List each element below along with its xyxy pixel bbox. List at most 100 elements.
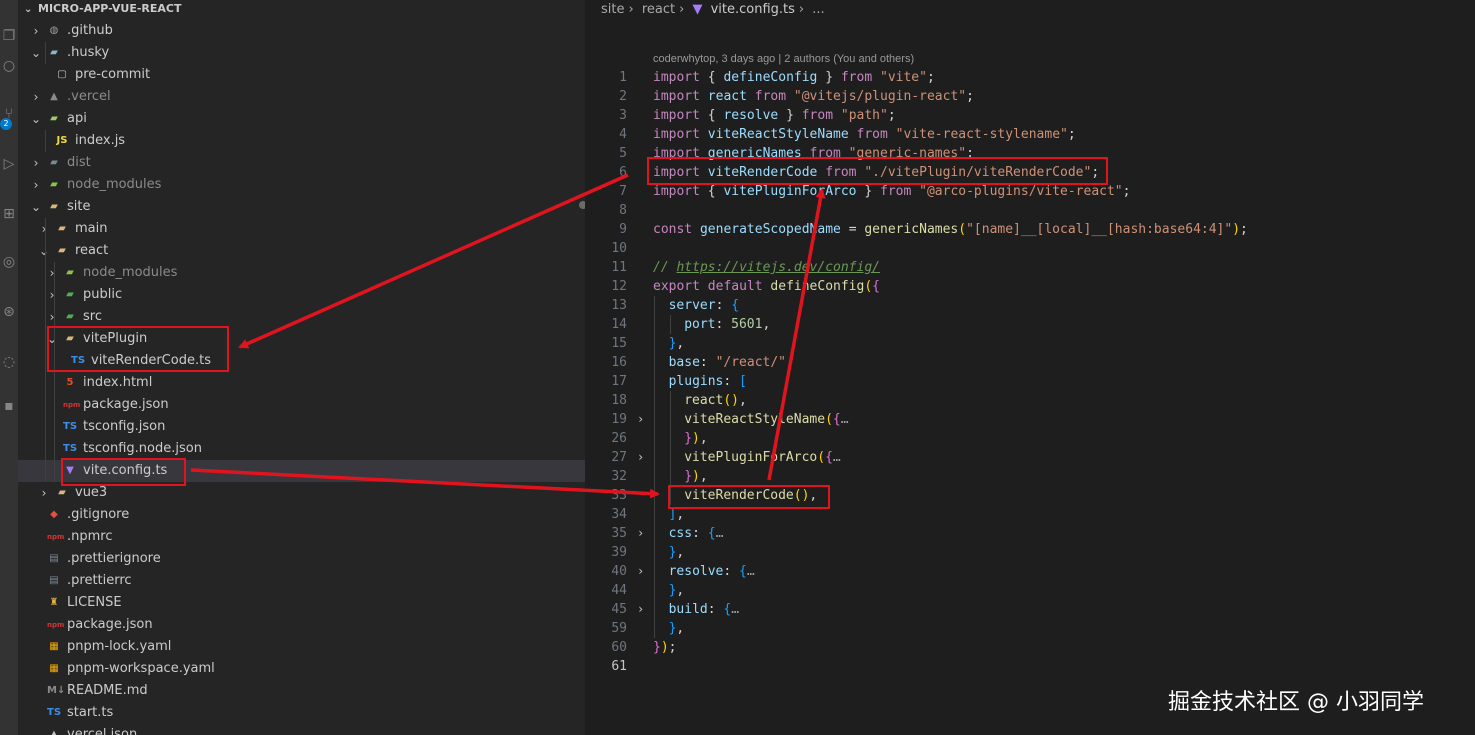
- testing-icon[interactable]: ◌: [0, 352, 18, 372]
- code-line[interactable]: 17 plugins: [: [585, 372, 1475, 391]
- search-icon[interactable]: ○: [0, 56, 18, 76]
- code-line[interactable]: 15},: [585, 334, 1475, 353]
- indent-guide: [669, 467, 671, 486]
- prettier-file-icon: ▤: [49, 575, 59, 586]
- tree-item[interactable]: ▲ vercel.json: [18, 724, 585, 735]
- tree-item-label: public: [83, 287, 123, 302]
- breadcrumb-item-react[interactable]: react: [642, 2, 675, 17]
- chevron-right-icon[interactable]: ›: [30, 152, 42, 174]
- tree-item[interactable]: › ◍ .github: [18, 20, 585, 42]
- code-line[interactable]: 61: [585, 657, 1475, 676]
- chevron-right-icon[interactable]: ›: [38, 218, 50, 240]
- tree-item[interactable]: M↓ README.md: [18, 680, 585, 702]
- chevron-right-icon[interactable]: ›: [46, 262, 58, 284]
- code-line[interactable]: 1 import { defineConfig } from "vite";: [585, 68, 1475, 87]
- chevron-right-icon[interactable]: ›: [30, 174, 42, 196]
- tree-item[interactable]: ⌄ ▰ site: [18, 196, 585, 218]
- chevron-down-icon[interactable]: ⌄: [30, 108, 42, 130]
- code-line[interactable]: 9 const generateScopedName = genericNames…: [585, 220, 1475, 239]
- tree-item[interactable]: ▦ pnpm-lock.yaml: [18, 636, 585, 658]
- chevron-down-icon[interactable]: ⌄: [30, 196, 42, 218]
- more-icon[interactable]: ▪: [0, 396, 18, 416]
- tree-item[interactable]: › ▲ .vercel: [18, 86, 585, 108]
- breadcrumb-item-site[interactable]: site: [601, 2, 624, 17]
- explorer-icon[interactable]: ❐: [0, 26, 18, 46]
- code-line[interactable]: 2 import react from "@vitejs/plugin-react…: [585, 87, 1475, 106]
- chevron-right-icon[interactable]: ›: [38, 482, 50, 504]
- code-line[interactable]: 39},: [585, 543, 1475, 562]
- tree-item[interactable]: ◆ .gitignore: [18, 504, 585, 526]
- folder-open-icon: ▰: [58, 245, 66, 256]
- indent-guide: [669, 315, 671, 334]
- code-line[interactable]: 10: [585, 239, 1475, 258]
- tree-item[interactable]: npm .npmrc: [18, 526, 585, 548]
- code-line[interactable]: 14 port: 5601,: [585, 315, 1475, 334]
- code-line[interactable]: 19 › viteReactStyleName({…: [585, 410, 1475, 429]
- code-line[interactable]: 4 import viteReactStyleName from "vite-re…: [585, 125, 1475, 144]
- tree-item[interactable]: ⌄ ▰ api: [18, 108, 585, 130]
- code-line[interactable]: 16 base: "/react/",: [585, 353, 1475, 372]
- api-folder-icon: ▰: [50, 113, 58, 124]
- tree-item[interactable]: npm package.json: [18, 614, 585, 636]
- tree-item[interactable]: ⌄ ▰ .husky: [18, 42, 585, 64]
- tree-item[interactable]: › ▰ src: [18, 306, 585, 328]
- run-debug-icon[interactable]: ▷: [0, 154, 18, 174]
- tree-item[interactable]: › ▰ dist: [18, 152, 585, 174]
- code-line[interactable]: 11 // https://vitejs.dev/config/: [585, 258, 1475, 277]
- explorer-root-header[interactable]: ⌄ MICRO-APP-VUE-REACT: [24, 0, 182, 18]
- remote-icon[interactable]: ◎: [0, 252, 18, 272]
- tree-item[interactable]: ▤ .prettierignore: [18, 548, 585, 570]
- code-line[interactable]: 26}),: [585, 429, 1475, 448]
- tree-item[interactable]: ▢ pre-commit: [18, 64, 585, 86]
- chevron-right-icon[interactable]: ›: [46, 284, 58, 306]
- code-token: ,: [699, 469, 708, 484]
- code-line[interactable]: 44},: [585, 581, 1475, 600]
- tree-item[interactable]: ▤ .prettierrc: [18, 570, 585, 592]
- tree-item[interactable]: 5 index.html: [18, 372, 585, 394]
- git-blame-codelens[interactable]: coderwhytop, 3 days ago | 2 authors (You…: [653, 53, 914, 65]
- code-line[interactable]: 18 react(),: [585, 391, 1475, 410]
- code-line[interactable]: 35 › css: {…: [585, 524, 1475, 543]
- code-line[interactable]: 3 import { resolve } from "path";: [585, 106, 1475, 125]
- git-graph-icon[interactable]: ⊛: [0, 302, 18, 322]
- chevron-right-icon[interactable]: ›: [30, 86, 42, 108]
- tree-item[interactable]: TS tsconfig.json: [18, 416, 585, 438]
- indent-guide: [654, 372, 655, 391]
- tree-item-label: vercel.json: [67, 727, 138, 735]
- code-line[interactable]: 32}),: [585, 467, 1475, 486]
- code-line[interactable]: 13 server: {: [585, 296, 1475, 315]
- fold-chevron-icon[interactable]: ›: [637, 562, 644, 581]
- chevron-down-icon[interactable]: ⌄: [38, 240, 50, 262]
- chevron-right-icon[interactable]: ›: [46, 306, 58, 328]
- tree-item[interactable]: › ▰ node_modules: [18, 262, 585, 284]
- src-folder-icon: ▰: [66, 311, 74, 322]
- tree-item[interactable]: ⌄ ▰ react: [18, 240, 585, 262]
- code-line[interactable]: 8: [585, 201, 1475, 220]
- tree-item[interactable]: TS tsconfig.node.json: [18, 438, 585, 460]
- tree-item-label: package.json: [67, 617, 153, 632]
- tree-item[interactable]: npm package.json: [18, 394, 585, 416]
- code-line[interactable]: 45 › build: {…: [585, 600, 1475, 619]
- tree-item[interactable]: › ▰ node_modules: [18, 174, 585, 196]
- extensions-icon[interactable]: ⊞: [0, 204, 18, 224]
- tree-item[interactable]: › ▰ main: [18, 218, 585, 240]
- code-line[interactable]: 60});: [585, 638, 1475, 657]
- code-line[interactable]: 27 › vitePluginForArco({…: [585, 448, 1475, 467]
- code-line[interactable]: 59},: [585, 619, 1475, 638]
- fold-chevron-icon[interactable]: ›: [637, 410, 644, 429]
- code-line[interactable]: 40 › resolve: {…: [585, 562, 1475, 581]
- fold-chevron-icon[interactable]: ›: [637, 600, 644, 619]
- chevron-right-icon[interactable]: ›: [30, 20, 42, 42]
- code-line[interactable]: 12 export default defineConfig({: [585, 277, 1475, 296]
- breadcrumb-ellipsis[interactable]: ...: [812, 2, 824, 17]
- tree-item[interactable]: ▦ pnpm-workspace.yaml: [18, 658, 585, 680]
- tree-item[interactable]: ♜ LICENSE: [18, 592, 585, 614]
- chevron-down-icon[interactable]: ⌄: [30, 42, 42, 64]
- fold-chevron-icon[interactable]: ›: [637, 448, 644, 467]
- code-editor[interactable]: site › react › ▼ vite.config.ts › ... coder…: [585, 0, 1475, 735]
- tree-item[interactable]: TS start.ts: [18, 702, 585, 724]
- tree-item[interactable]: › ▰ public: [18, 284, 585, 306]
- breadcrumb-file[interactable]: vite.config.ts: [711, 2, 795, 17]
- tree-item[interactable]: JS index.js: [18, 130, 585, 152]
- fold-chevron-icon[interactable]: ›: [637, 524, 644, 543]
